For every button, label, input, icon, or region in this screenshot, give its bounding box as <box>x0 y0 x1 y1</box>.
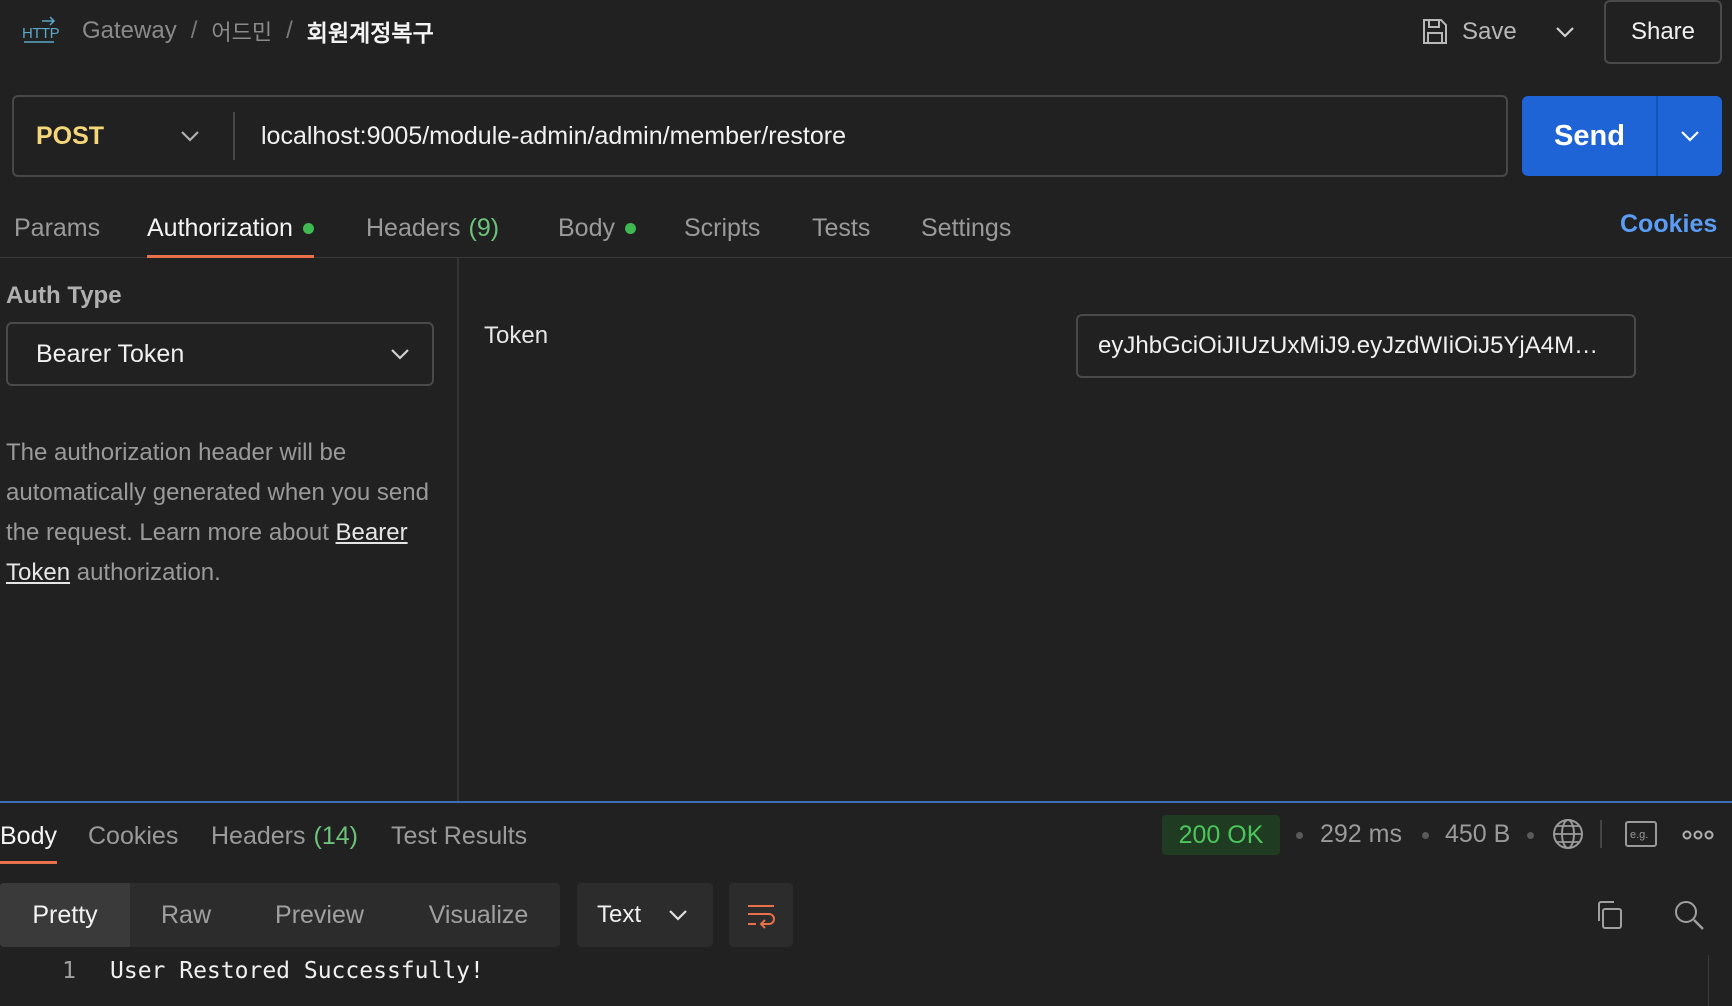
modified-dot-icon <box>624 222 636 234</box>
format-raw[interactable]: Raw <box>130 883 242 947</box>
response-time[interactable]: 292 ms <box>1320 820 1402 849</box>
tab-authorization[interactable]: Authorization <box>147 198 314 258</box>
globe-icon[interactable] <box>1550 816 1586 852</box>
tab-label: Cookies <box>88 821 179 850</box>
tab-count: (14) <box>313 821 358 850</box>
tab-label: Headers <box>211 821 306 850</box>
auth-type-label: Auth Type <box>6 282 122 309</box>
send-button[interactable]: Send <box>1522 96 1657 176</box>
separator-dot <box>1422 832 1429 839</box>
cookies-link[interactable]: Cookies <box>1620 198 1717 250</box>
method-select[interactable]: POST <box>36 95 104 177</box>
format-preview[interactable]: Preview <box>242 883 397 947</box>
response-pane-divider[interactable] <box>0 801 1732 803</box>
body-type-select[interactable]: Text <box>577 883 713 947</box>
url-divider <box>233 112 235 160</box>
tab-label: Tests <box>812 213 871 242</box>
tab-body[interactable]: Body <box>558 198 636 258</box>
auth-type-value: Bearer Token <box>36 339 185 368</box>
chevron-down-icon <box>664 898 692 932</box>
auth-description-suffix: authorization. <box>70 559 221 586</box>
request-tabs: Params Authorization Headers (9) Body Sc… <box>0 198 1732 258</box>
tab-params[interactable]: Params <box>14 198 100 258</box>
format-visualize[interactable]: Visualize <box>397 883 560 947</box>
breadcrumb: Gateway / 어드민 / 회원계정복구 <box>82 14 434 48</box>
tab-settings[interactable]: Settings <box>921 198 1011 258</box>
token-value: eyJhbGciOiJIUzUxMiJ9.eyJzdWIiOiJ5YjA4MmE… <box>1098 332 1614 359</box>
separator-dot <box>1527 832 1534 839</box>
url-input[interactable]: localhost:9005/module-admin/admin/member… <box>261 95 846 177</box>
toolbar-divider <box>1600 820 1602 848</box>
status-badge[interactable]: 200 OK <box>1162 815 1280 855</box>
modified-dot-icon <box>302 222 314 234</box>
tab-label: Headers <box>366 213 461 242</box>
svg-text:HTTP: HTTP <box>22 25 60 42</box>
auth-description: The authorization header will be automat… <box>6 433 446 593</box>
pane-divider[interactable] <box>457 258 459 802</box>
page-title[interactable]: 회원계정복구 <box>307 14 434 48</box>
response-tab-headers[interactable]: Headers (14) <box>211 808 358 864</box>
send-options-chevron-down-icon[interactable] <box>1658 96 1722 176</box>
tab-label: Scripts <box>684 213 761 242</box>
body-type-value: Text <box>597 901 642 928</box>
tab-count: (9) <box>468 213 500 242</box>
auth-type-select[interactable]: Bearer Token <box>6 322 434 386</box>
tab-label: Test Results <box>391 821 528 850</box>
copy-icon[interactable] <box>1592 898 1626 932</box>
more-options-icon[interactable] <box>1680 820 1716 850</box>
wrap-lines-icon[interactable] <box>729 883 793 947</box>
tab-label: Settings <box>921 213 1012 242</box>
method-chevron-down-icon[interactable] <box>176 118 204 154</box>
save-disk-icon <box>1420 17 1450 47</box>
tab-scripts[interactable]: Scripts <box>684 198 760 258</box>
chevron-down-icon <box>386 338 414 370</box>
tab-headers[interactable]: Headers (9) <box>366 198 499 258</box>
active-tab-indicator <box>0 861 57 864</box>
http-icon: HTTP <box>20 14 60 48</box>
breadcrumb-item-folder[interactable]: 어드민 <box>211 15 272 47</box>
response-tab-body[interactable]: Body <box>0 808 57 864</box>
save-button[interactable]: Save <box>1420 10 1517 54</box>
format-pretty[interactable]: Pretty <box>0 883 130 947</box>
breadcrumb-separator: / <box>190 17 198 44</box>
token-label: Token <box>484 322 549 349</box>
breadcrumb-item-collection[interactable]: Gateway <box>82 17 177 45</box>
response-body-line[interactable]: User Restored Successfully! <box>110 958 484 984</box>
response-size[interactable]: 450 B <box>1445 820 1510 849</box>
save-as-example-icon[interactable]: e.g. <box>1623 818 1659 850</box>
tab-label: Body <box>558 213 615 242</box>
save-label: Save <box>1462 18 1517 45</box>
tab-label: Authorization <box>147 213 293 242</box>
response-tab-cookies[interactable]: Cookies <box>88 808 178 864</box>
search-icon[interactable] <box>1672 898 1706 932</box>
tab-label: Body <box>0 821 57 850</box>
line-number: 1 <box>62 958 76 984</box>
tab-label: Params <box>14 213 101 242</box>
active-tab-indicator <box>147 255 314 258</box>
share-button[interactable]: Share <box>1604 0 1722 64</box>
response-tab-test-results[interactable]: Test Results <box>391 808 527 864</box>
tab-tests[interactable]: Tests <box>812 198 870 258</box>
svg-text:e.g.: e.g. <box>1630 829 1648 841</box>
save-options-chevron-down-icon[interactable] <box>1548 14 1582 50</box>
token-input[interactable]: eyJhbGciOiJIUzUxMiJ9.eyJzdWIiOiJ5YjA4MmE… <box>1076 314 1636 378</box>
scrollbar[interactable] <box>1708 955 1732 1006</box>
breadcrumb-separator: / <box>286 17 293 44</box>
separator-dot <box>1296 832 1303 839</box>
